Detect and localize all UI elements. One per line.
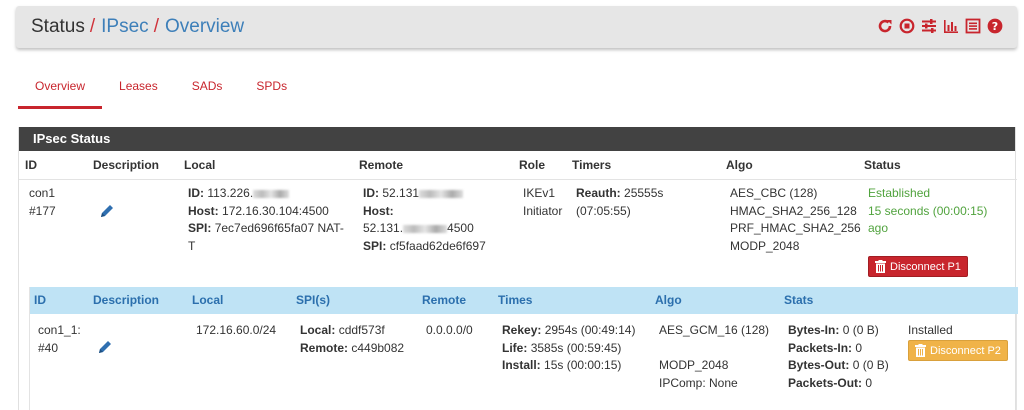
child-id: con1_1: #40: [38, 323, 81, 355]
child-col-spis: SPI(s): [296, 293, 331, 307]
tab-leases[interactable]: Leases: [102, 74, 175, 109]
ipsec-status-panel: IPsec Status ID Description Local Remote…: [18, 127, 1018, 410]
child-col-description: Description: [93, 293, 160, 307]
panel-title: IPsec Status: [19, 127, 1015, 151]
help-icon[interactable]: ?: [987, 18, 1003, 34]
svg-text:?: ?: [992, 20, 998, 33]
child-col-algo: Algo: [655, 293, 682, 307]
divider: [19, 179, 1017, 180]
breadcrumb-ipsec[interactable]: IPsec: [101, 16, 149, 38]
child-sa-table: ID Description Local SPI(s) Remote Times…: [29, 287, 1018, 410]
child-col-times: Times: [498, 293, 533, 307]
col-header-timers: Timers: [572, 158, 612, 172]
tab-spds[interactable]: SPDs: [239, 74, 304, 109]
disconnect-p1-button[interactable]: Disconnect P1: [868, 256, 968, 277]
col-header-id: ID: [25, 158, 37, 172]
child-spis: Local: cddf573f Remote: c449b082: [300, 323, 405, 355]
restart-icon[interactable]: [877, 18, 893, 34]
tab-overview[interactable]: Overview: [18, 74, 103, 109]
child-algo: AES_GCM_16 (128) MODP_2048 IPComp: None: [659, 323, 770, 390]
breadcrumb-overview[interactable]: Overview: [165, 16, 244, 38]
page-header: Status / IPsec / Overview ?: [16, 6, 1017, 48]
child-col-stats: Stats: [784, 293, 814, 307]
breadcrumb-status: Status: [31, 16, 85, 37]
row-status: Established 15 seconds (00:00:15) ago: [868, 186, 988, 235]
edit-pencil-icon[interactable]: [97, 339, 113, 358]
col-header-description: Description: [93, 158, 160, 172]
edit-pencil-icon[interactable]: [99, 203, 115, 222]
row-timers: Reauth: 25555s (07:05:55): [576, 186, 664, 218]
child-remote: 0.0.0.0/0: [426, 323, 473, 337]
settings-sliders-icon[interactable]: [921, 18, 937, 34]
col-header-algo: Algo: [726, 158, 753, 172]
row-role: IKEv1 Initiator: [523, 186, 563, 218]
child-col-id: ID: [34, 293, 46, 307]
row-id: con1 #177: [29, 186, 56, 218]
log-list-icon[interactable]: [965, 18, 981, 34]
trash-icon: [875, 260, 886, 273]
child-col-local: Local: [192, 293, 224, 307]
bar-chart-icon[interactable]: [943, 18, 959, 34]
child-local: 172.16.60.0/24: [196, 323, 277, 337]
redacted-mask: [419, 189, 464, 198]
redacted-mask: [253, 189, 290, 198]
stop-icon[interactable]: [899, 18, 915, 34]
col-header-remote: Remote: [359, 158, 404, 172]
row-remote: ID: 52.131 Host: 52.131. 4500 SPI: cf5faa…: [363, 186, 486, 253]
child-state: Installed: [908, 323, 953, 337]
col-header-status: Status: [864, 158, 901, 172]
row-local: ID: 113.226. Host: 172.16.30.104:4500 SP…: [188, 186, 344, 253]
trash-icon: [915, 344, 926, 357]
redacted-mask: [403, 224, 448, 233]
child-stats: Bytes-In: 0 (0 B) Packets-In: 0 Bytes-Ou…: [788, 323, 889, 390]
col-header-role: Role: [519, 158, 546, 172]
breadcrumb-separator: /: [89, 16, 96, 37]
child-times: Rekey: 2954s (00:49:14) Life: 3585s (00:…: [502, 323, 636, 372]
breadcrumb-separator: /: [153, 16, 159, 37]
row-algo: AES_CBC (128) HMAC_SHA2_256_128 PRF_HMAC…: [730, 186, 861, 253]
tab-bar: Overview Leases SADs SPDs: [18, 74, 304, 109]
header-icon-bar: ?: [877, 18, 1003, 34]
col-header-local: Local: [184, 158, 216, 172]
child-col-remote: Remote: [422, 293, 467, 307]
tab-sads[interactable]: SADs: [175, 74, 240, 109]
disconnect-p2-button[interactable]: Disconnect P2: [908, 340, 1008, 361]
